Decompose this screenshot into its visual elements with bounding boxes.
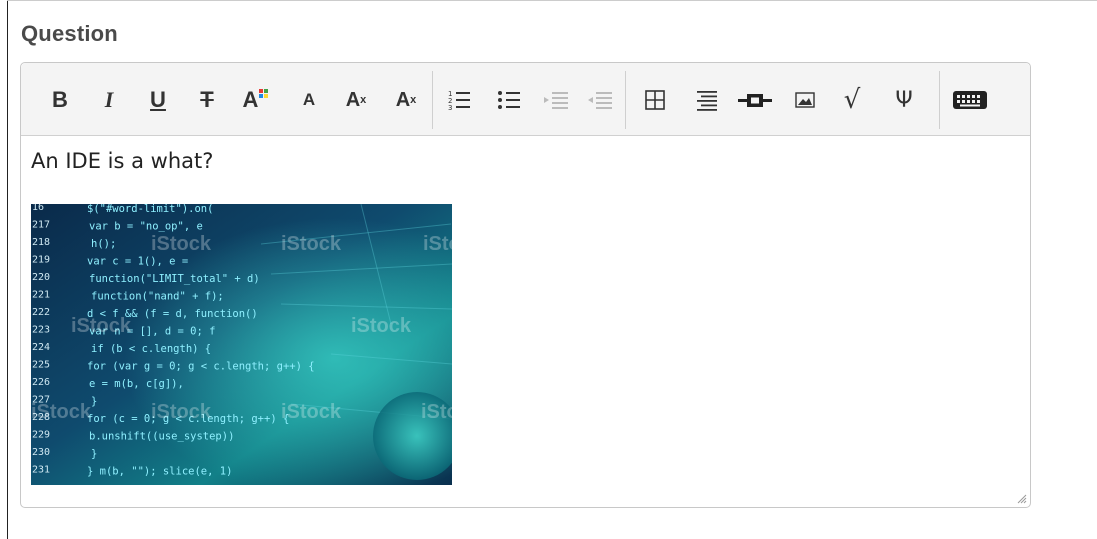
psi-icon: Ψ	[895, 87, 913, 113]
code-line-text: $("#word-limit").on(	[87, 204, 213, 215]
keyboard-icon	[953, 91, 987, 109]
code-line-number: 221	[32, 290, 50, 301]
code-line-number: 222	[32, 307, 50, 318]
keyboard-shortcuts-button[interactable]	[950, 85, 990, 115]
istock-watermark: iStock	[351, 315, 412, 337]
strikethrough-button[interactable]: T	[194, 85, 220, 115]
ordered-list-button[interactable]: 1 2 3	[445, 85, 473, 115]
square-root-icon: √	[843, 85, 861, 115]
code-line-text: }	[91, 448, 97, 460]
indent-button[interactable]	[541, 85, 571, 115]
text-color-icon: A	[242, 87, 259, 112]
code-line-number: 230	[32, 447, 50, 458]
math-equation-button[interactable]: √	[839, 85, 865, 115]
code-line-text: b.unshift((use_systep))	[89, 431, 234, 443]
istock-watermark: iStock	[281, 401, 342, 423]
code-line-number: 220	[32, 272, 50, 283]
code-image: 1621721821922022122222322422522622722822…	[31, 204, 452, 485]
code-line-text: var c = 1(), e =	[87, 256, 188, 268]
question-text: An IDE is a what?	[31, 149, 214, 173]
top-border	[7, 0, 1097, 1]
toolbar-separator	[625, 71, 626, 129]
istock-watermark: iStock	[71, 315, 132, 337]
istock-watermark: iStock	[423, 233, 452, 255]
code-line-text: } m(b, ""); slice(e, 1)	[87, 466, 232, 478]
istock-watermark: iStock	[151, 401, 212, 423]
subscript-icon: A	[395, 88, 411, 111]
code-line-number: 223	[32, 325, 50, 336]
align-icon	[697, 91, 717, 111]
resize-handle-icon[interactable]	[1015, 492, 1027, 504]
outdent-button[interactable]	[585, 85, 615, 115]
code-line-number: 218	[32, 237, 50, 248]
toolbar-separator	[939, 71, 940, 129]
istock-watermark: iStock	[281, 233, 342, 255]
code-line-text: function("LIMIT_total" + d)	[89, 273, 260, 285]
code-line-text: h();	[91, 238, 116, 250]
code-line-number: 224	[32, 342, 50, 353]
bold-icon: B	[52, 87, 68, 112]
superscript-mark: x	[360, 94, 367, 106]
outdent-icon	[588, 92, 612, 109]
rich-text-editor[interactable]: B I U T A A A x A x 1 2 3 √ Ψ An IDE is …	[20, 62, 1031, 508]
bullet-list-icon	[498, 91, 520, 109]
code-screenshot-image: 16 217 218 219 220 221 222 223 224 225 226 227 228 22…	[31, 204, 452, 485]
code-line-text: var b = "no_op", e	[89, 221, 203, 233]
superscript-icon: A	[345, 88, 361, 111]
code-line-number: 219	[32, 255, 50, 266]
istock-watermark: iStock	[31, 401, 92, 423]
insert-table-button[interactable]	[641, 85, 669, 115]
code-line-number: 16	[32, 204, 44, 213]
istock-watermark: iStock	[151, 233, 212, 255]
special-character-button[interactable]: Ψ	[891, 85, 917, 115]
underline-icon: U	[150, 87, 166, 112]
code-line-text: for (var g = 0; g < c.length; g++) {	[87, 361, 315, 373]
code-line-number: 226	[32, 377, 50, 388]
bold-button[interactable]: B	[47, 85, 73, 115]
code-line-text: }	[91, 396, 97, 408]
svg-text:3: 3	[448, 104, 452, 111]
ordered-list-icon: 1 2 3	[448, 90, 470, 111]
code-line-number: 229	[32, 430, 50, 441]
image-icon	[795, 92, 815, 108]
align-button[interactable]	[693, 85, 721, 115]
left-border	[7, 0, 8, 539]
underline-button[interactable]: U	[145, 85, 171, 115]
toolbar-separator	[432, 71, 433, 129]
font-size-button[interactable]: A	[297, 85, 321, 115]
text-color-button[interactable]: A	[239, 85, 273, 115]
bullet-list-button[interactable]	[495, 85, 523, 115]
code-line-number: 217	[32, 220, 50, 231]
istock-watermark: iStock	[421, 401, 452, 423]
code-line-text: e = m(b, c[g]),	[89, 378, 184, 390]
question-label: Question	[21, 21, 118, 46]
code-line-number: 225	[32, 360, 50, 371]
color-swatch-icon	[259, 89, 269, 98]
editor-toolbar: B I U T A A A x A x 1 2 3 √ Ψ	[21, 63, 1030, 136]
subscript-mark: x	[410, 94, 417, 106]
subscript-button[interactable]: A x	[391, 85, 421, 115]
editor-content[interactable]: An IDE is a what?	[31, 149, 213, 173]
indent-icon	[544, 92, 568, 109]
italic-icon: I	[104, 87, 114, 112]
italic-button[interactable]: I	[96, 85, 122, 115]
code-line-text: function("nand" + f);	[91, 291, 224, 303]
code-line-text: if (b < c.length) {	[91, 343, 211, 355]
insert-link-button[interactable]	[737, 85, 773, 115]
strikethrough-icon: T	[200, 87, 214, 112]
code-line-number: 231	[32, 465, 50, 476]
link-icon	[738, 94, 772, 107]
table-icon	[645, 90, 665, 110]
insert-image-button[interactable]	[792, 85, 818, 115]
font-size-icon: A	[302, 90, 316, 109]
superscript-button[interactable]: A x	[341, 85, 371, 115]
